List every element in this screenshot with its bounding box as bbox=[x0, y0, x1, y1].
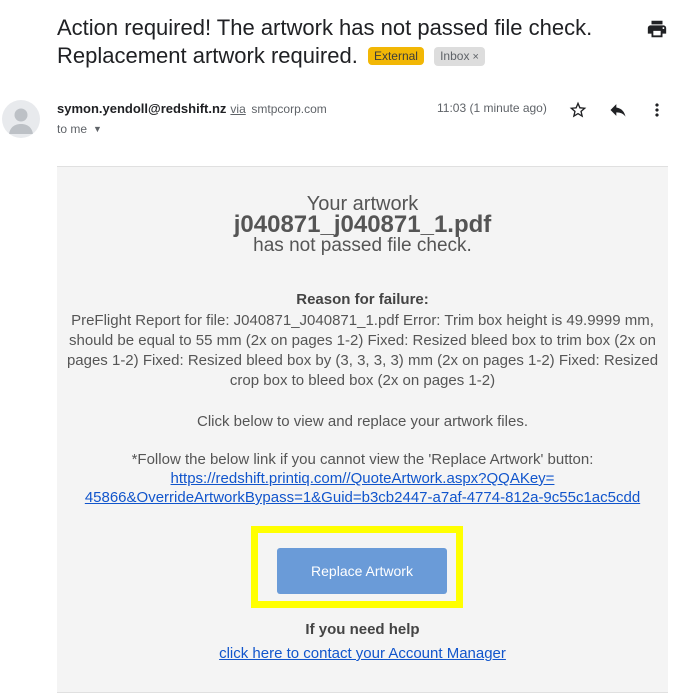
quote-artwork-link: https://redshift.printiq.com//QuoteArtwo… bbox=[57, 469, 668, 507]
star-icon[interactable] bbox=[568, 100, 588, 120]
recipient-label: to me bbox=[57, 122, 88, 136]
inbox-label-text: Inbox bbox=[440, 49, 470, 63]
contact-manager-link[interactable]: click here to contact your Account Manag… bbox=[219, 645, 506, 662]
reply-icon[interactable] bbox=[608, 100, 628, 120]
email-body: Your artwork j040871_j040871_1.pdf has n… bbox=[57, 166, 668, 693]
external-badge: External bbox=[367, 47, 424, 65]
follow-instruction: *Follow the below link if you cannot vie… bbox=[131, 451, 594, 468]
remove-label-icon[interactable]: × bbox=[472, 51, 478, 63]
reason-heading: Reason for failure: bbox=[296, 291, 429, 308]
sender-avatar bbox=[2, 100, 40, 138]
click-below-text: Click below to view and replace your art… bbox=[197, 413, 528, 430]
subject-line-1: Action required! The artwork has not pas… bbox=[57, 15, 593, 40]
default-avatar-icon bbox=[9, 108, 33, 134]
inbox-label-chip[interactable]: Inbox × bbox=[434, 47, 485, 66]
email-subject: Action required! The artwork has not pas… bbox=[57, 14, 617, 70]
quote-artwork-link-line-1[interactable]: https://redshift.printiq.com//QuoteArtwo… bbox=[171, 470, 555, 487]
subject-line-2: Replacement artwork required. bbox=[57, 43, 358, 68]
chevron-down-icon[interactable]: ▼ bbox=[93, 124, 102, 134]
contact-manager: click here to contact your Account Manag… bbox=[57, 645, 668, 662]
quote-artwork-link-line-2[interactable]: 45866&OverrideArtworkBypass=1&Guid=b3cb2… bbox=[85, 489, 640, 506]
replace-artwork-button[interactable]: Replace Artwork bbox=[277, 548, 447, 594]
reason-text: PreFlight Report for file: J040871_J0408… bbox=[66, 312, 659, 389]
help-heading: If you need help bbox=[305, 621, 420, 638]
relay-domain: smtpcorp.com bbox=[251, 102, 327, 116]
timestamp: 11:03 (1 minute ago) bbox=[437, 101, 547, 115]
print-icon[interactable] bbox=[646, 18, 668, 40]
recipients-toggle[interactable]: to me ▼ bbox=[57, 122, 102, 136]
via-link[interactable]: via bbox=[230, 102, 245, 116]
not-passed-text: has not passed file check. bbox=[253, 235, 472, 256]
sender-line: symon.yendoll@redshift.nz via smtpcorp.co… bbox=[57, 101, 327, 116]
sender-email[interactable]: symon.yendoll@redshift.nz bbox=[57, 101, 226, 116]
more-vert-icon[interactable] bbox=[647, 100, 667, 120]
